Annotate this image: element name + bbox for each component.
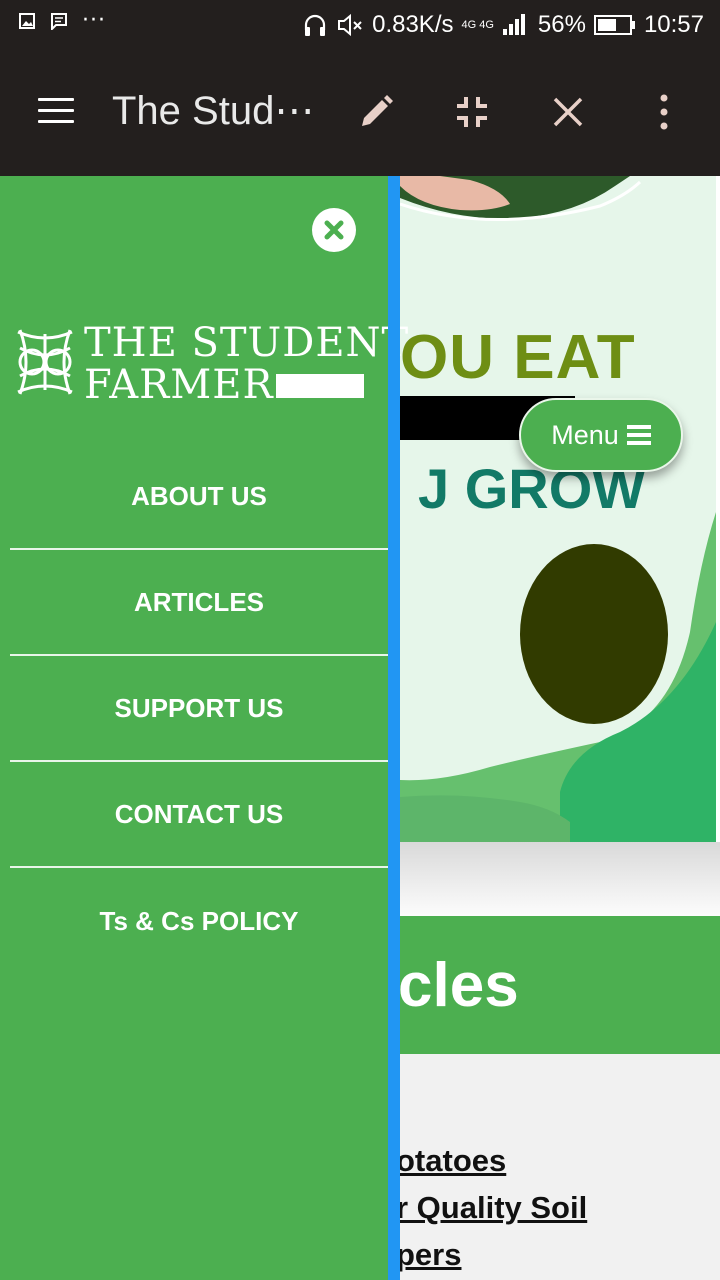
menu-button[interactable]: Menu xyxy=(519,398,683,472)
exit-fullscreen-button[interactable] xyxy=(448,88,496,136)
hero-text-line1: OU EAT xyxy=(400,323,636,392)
mute-icon xyxy=(338,13,362,37)
nav-item-articles[interactable]: ARTICLES xyxy=(10,550,388,656)
article-link[interactable]: otatoes xyxy=(400,1143,506,1179)
image-notification-icon xyxy=(19,13,35,29)
bars-icon xyxy=(626,425,651,445)
hero-banner: OU EAT J GROW xyxy=(400,176,716,842)
logo-line2: FARMER xyxy=(84,362,274,408)
close-icon xyxy=(553,97,583,127)
overflow-menu-button[interactable] xyxy=(640,88,688,136)
hero-image-top xyxy=(400,176,642,222)
page-title: The Stud⋯ xyxy=(112,89,315,133)
collapse-icon xyxy=(457,97,487,127)
more-notifications-icon: ··· xyxy=(82,8,106,33)
headphones-icon xyxy=(304,14,326,36)
logo-bar xyxy=(275,374,364,398)
nav-item-contact-us[interactable]: CONTACT US xyxy=(10,762,388,868)
battery-icon xyxy=(593,15,635,35)
hamburger-menu-icon[interactable] xyxy=(38,98,74,126)
hero-shadow xyxy=(400,842,720,922)
more-vert-icon xyxy=(660,94,668,130)
clock: 10:57 xyxy=(643,11,704,38)
logo-line2-row: FARMER xyxy=(84,364,409,406)
logo-text: THE STUDENT FARMER xyxy=(84,322,409,406)
network-speed: 0.83K/s xyxy=(372,11,454,38)
hero-wave xyxy=(400,512,716,842)
signal-icon xyxy=(502,14,525,35)
browser-toolbar: The Stud⋯ xyxy=(0,50,720,176)
drawer-edge xyxy=(388,176,400,1280)
status-bar: ··· 0.83K/s 4G 4G 56% 10:57 xyxy=(0,0,720,50)
nav-item-ts-cs-policy[interactable]: Ts & Cs POLICY xyxy=(10,868,388,974)
close-tab-button[interactable] xyxy=(544,88,592,136)
article-link[interactable]: r Quality Soil xyxy=(400,1190,587,1226)
pencil-icon xyxy=(362,95,393,126)
edit-button[interactable] xyxy=(352,88,400,136)
site-logo[interactable]: THE STUDENT FARMER xyxy=(14,322,408,406)
close-icon xyxy=(324,220,344,240)
menu-button-label: Menu xyxy=(551,419,619,450)
web-page: OU EAT J GROW cles otatoes r Quality Soi… xyxy=(400,176,720,1280)
drawer-nav: ABOUT US ARTICLES SUPPORT US CONTACT US … xyxy=(10,444,388,974)
nav-item-about-us[interactable]: ABOUT US xyxy=(10,444,388,550)
articles-list: otatoes r Quality Soil pers xyxy=(400,1054,720,1280)
nav-item-support-us[interactable]: SUPPORT US xyxy=(10,656,388,762)
battery-percent: 56% xyxy=(537,11,586,38)
articles-heading: cles xyxy=(400,951,519,1020)
logo-line1: THE STUDENT xyxy=(84,320,410,366)
network-type: 4G 4G xyxy=(461,18,494,31)
articles-section-header: cles xyxy=(400,916,720,1054)
drawer-close-button[interactable] xyxy=(312,208,356,252)
article-link[interactable]: pers xyxy=(400,1237,461,1273)
navigation-drawer: THE STUDENT FARMER ABOUT US ARTICLES SUP… xyxy=(0,176,408,1280)
celtic-knot-icon xyxy=(17,329,73,395)
message-notification-icon xyxy=(51,13,67,30)
